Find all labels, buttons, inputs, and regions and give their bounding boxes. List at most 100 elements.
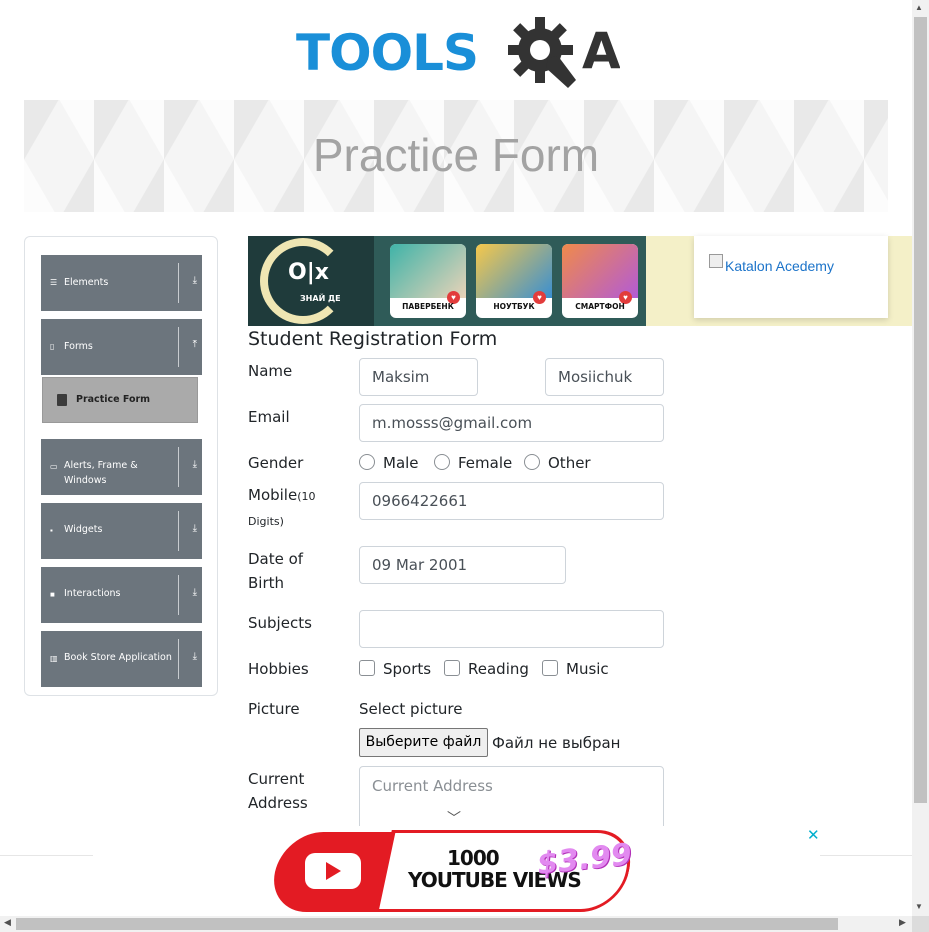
scroll-left-icon[interactable]: ◀ — [4, 917, 11, 928]
scroll-up-icon[interactable]: ▲ — [915, 3, 923, 12]
sidebar-item-label: Practice Form — [76, 394, 151, 405]
product-image — [562, 244, 638, 298]
file-status-text: Файл не выбран — [492, 734, 621, 752]
play-icon — [326, 862, 341, 880]
product-card: ♥ СМАРТФОН — [562, 244, 638, 318]
name-label: Name — [248, 362, 293, 380]
sidebar-group-label: Widgets — [64, 524, 103, 535]
hobby-reading-checkbox[interactable] — [444, 660, 460, 676]
product-label: ПАВЕРБЕНК — [402, 302, 454, 311]
katalon-ad[interactable]: Katalon Acedemy — [694, 236, 888, 318]
divider — [178, 639, 179, 679]
sidebar-group-book-store[interactable]: ▥ Book Store Application ⤓ — [41, 631, 202, 687]
sidebar-group-label: Forms — [64, 341, 93, 352]
gender-male-radio[interactable] — [359, 454, 375, 470]
divider — [178, 263, 179, 303]
hobby-reading-label[interactable]: Reading — [468, 660, 529, 678]
dob-label: Date of — [248, 550, 304, 568]
toolsqa-logo[interactable]: TOOLS A — [296, 14, 622, 92]
ad-line1: 1000 — [447, 846, 500, 870]
mobile-label-text: Mobile — [248, 486, 298, 504]
form-title: Student Registration Form — [248, 328, 498, 350]
logo-text: TOOLS — [296, 24, 479, 82]
divider — [178, 447, 179, 487]
scroll-down-icon[interactable]: ▼ — [915, 902, 923, 911]
mobile-hint-line2: Digits) — [248, 508, 284, 534]
horizontal-scrollbar[interactable]: ◀ ▶ — [0, 916, 912, 932]
product-image — [476, 244, 552, 298]
sidebar-group-widgets[interactable]: ▪ Widgets ⤓ — [41, 503, 202, 559]
gender-label: Gender — [248, 454, 304, 472]
hobby-music-label[interactable]: Music — [566, 660, 609, 678]
sidebar-group-elements[interactable]: ☰ Elements ⤓ — [41, 255, 202, 311]
sidebar-group-interactions[interactable]: ■ Interactions ⤓ — [41, 567, 202, 623]
first-name-input[interactable]: Maksim — [359, 358, 478, 396]
page-title: Practice Form — [312, 129, 600, 181]
sidebar-group-alerts[interactable]: ▭ Alerts, Frame & Windows ⤓ — [41, 439, 202, 495]
sidebar-group-label: Alerts, Frame & — [64, 460, 138, 471]
gender-other-label[interactable]: Other — [548, 454, 591, 472]
olx-tagline: ЗНАЙ ДЕ — [300, 294, 341, 303]
download-arrow-icon: ⤓ — [192, 459, 197, 470]
product-image — [390, 244, 466, 298]
sidebar-group-label: Interactions — [64, 588, 121, 599]
katalon-link[interactable]: Katalon Acedemy — [709, 258, 834, 274]
product-label: СМАРТФОН — [575, 302, 625, 311]
sidebar-group-label: Book Store Application — [64, 652, 172, 663]
gear-icon: A — [508, 17, 620, 88]
sidebar-item-practice-form[interactable]: Practice Form — [42, 377, 198, 423]
divider — [178, 327, 179, 367]
olx-products: ♥ ПАВЕРБЕНК ♥ НОУТБУК ♥ СМАРТФОН — [374, 236, 646, 326]
scrollbar-thumb[interactable] — [914, 17, 927, 803]
sidebar-group-label: Elements — [64, 277, 109, 288]
gender-female-label[interactable]: Female — [458, 454, 512, 472]
page-banner: Practice Form — [24, 100, 888, 212]
mobile-hint-digits: Digits) — [248, 515, 284, 528]
download-arrow-icon: ⤓ — [192, 651, 197, 662]
gender-male-label[interactable]: Male — [383, 454, 419, 472]
choose-file-button[interactable]: Выберите файл — [359, 728, 488, 757]
close-icon[interactable]: ✕ — [807, 826, 820, 844]
hobbies-label: Hobbies — [248, 660, 309, 678]
sidebar-group-forms[interactable]: ▯ Forms ⤒ — [41, 319, 202, 375]
download-arrow-icon: ⤓ — [192, 587, 197, 598]
vertical-scrollbar[interactable]: ▲ ▼ — [912, 0, 929, 916]
divider — [178, 575, 179, 615]
hobby-sports-label[interactable]: Sports — [383, 660, 431, 678]
product-card: ♥ НОУТБУК — [476, 244, 552, 318]
download-arrow-icon: ⤓ — [192, 275, 197, 286]
gender-other-radio[interactable] — [524, 454, 540, 470]
gender-female-radio[interactable] — [434, 454, 450, 470]
scroll-right-icon[interactable]: ▶ — [899, 917, 906, 928]
chevron-down-icon: ﹀ — [447, 811, 461, 827]
address-label-line2: Address — [248, 794, 308, 812]
square-icon: ■ — [50, 590, 55, 599]
document-icon: ▯ — [50, 342, 55, 351]
sidebar-group-label-line2: Windows — [64, 475, 107, 486]
mobile-hint: (10 — [297, 490, 316, 503]
date-of-birth-input[interactable]: 09 Mar 2001 — [359, 546, 566, 584]
menu-lines-icon: ☰ — [50, 278, 58, 287]
youtube-views-ad[interactable]: 1000 YOUTUBE VIEWS $3.99 ✕ — [93, 826, 820, 916]
window-icon: ▭ — [50, 462, 58, 471]
olx-logo: O|x — [288, 260, 329, 285]
last-name-input[interactable]: Mosiichuk — [545, 358, 664, 396]
book-icon: ▥ — [50, 654, 58, 663]
sidebar: ☰ Elements ⤓ ▯ Forms ⤒ Practice Form ▭ A… — [24, 236, 218, 696]
olx-brand-block: O|x ЗНАЙ ДЕ — [248, 236, 374, 326]
product-label: НОУТБУК — [493, 302, 535, 311]
scrollbar-thumb[interactable] — [16, 918, 838, 930]
grid-icon: ▪ — [50, 526, 53, 535]
scrollbar-corner — [912, 916, 929, 932]
html5-icon — [57, 394, 67, 406]
subjects-input[interactable] — [359, 610, 664, 648]
mobile-input[interactable]: 0966422661 — [359, 482, 664, 520]
divider — [178, 511, 179, 551]
dob-label-line2: Birth — [248, 574, 285, 592]
download-arrow-icon: ⤓ — [192, 523, 197, 534]
upload-arrow-icon: ⤒ — [192, 339, 197, 350]
email-input[interactable]: m.mosss@gmail.com — [359, 404, 664, 442]
email-label: Email — [248, 408, 290, 426]
hobby-music-checkbox[interactable] — [542, 660, 558, 676]
hobby-sports-checkbox[interactable] — [359, 660, 375, 676]
